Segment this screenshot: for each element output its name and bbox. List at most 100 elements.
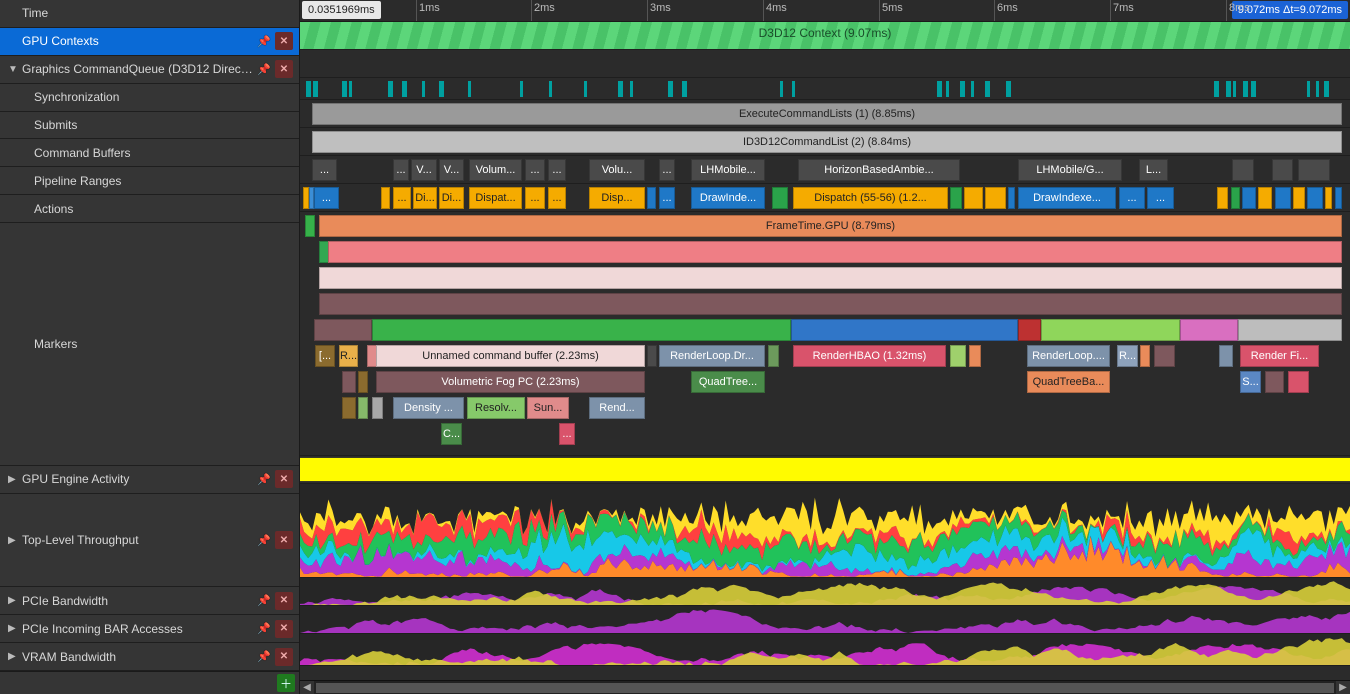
timeline-span[interactable]: V... — [411, 159, 437, 181]
timeline-span[interactable] — [950, 187, 962, 209]
timeline-span[interactable] — [1217, 187, 1228, 209]
marker-span[interactable] — [358, 397, 368, 419]
chart-pcie-bandwidth[interactable] — [300, 578, 1350, 606]
sync-tick[interactable] — [388, 81, 393, 97]
close-icon[interactable]: ✕ — [275, 648, 293, 666]
scroll-left-icon[interactable]: ◀ — [300, 681, 314, 694]
timeline-span[interactable]: ... — [548, 187, 566, 209]
marker-span[interactable] — [969, 345, 981, 367]
timeline-span[interactable] — [1275, 187, 1291, 209]
timeline-span[interactable]: ... — [548, 159, 566, 181]
marker-span[interactable] — [1041, 319, 1180, 341]
sync-tick[interactable] — [342, 81, 347, 97]
marker-span[interactable] — [647, 345, 657, 367]
horizontal-scrollbar[interactable]: ◀ ▶ — [300, 680, 1350, 694]
sync-tick[interactable] — [792, 81, 795, 97]
timeline-span[interactable]: ... — [393, 187, 411, 209]
timeline-span[interactable] — [1232, 159, 1254, 181]
track-submits[interactable]: ExecuteCommandLists (1) (8.85ms) — [300, 100, 1350, 128]
marker-span[interactable]: RenderLoop.Dr... — [659, 345, 765, 367]
marker-span[interactable]: Resolv... — [467, 397, 525, 419]
timeline-span[interactable] — [985, 187, 1006, 209]
timeline-span[interactable]: ... — [1147, 187, 1174, 209]
marker-span[interactable] — [950, 345, 966, 367]
sync-tick[interactable] — [1316, 81, 1319, 97]
chart-gpu-engine-activity[interactable] — [300, 456, 1350, 484]
marker-span[interactable]: FrameTime.GPU (8.79ms) — [319, 215, 1342, 237]
sync-tick[interactable] — [402, 81, 407, 97]
marker-span[interactable] — [314, 319, 372, 341]
marker-span[interactable] — [372, 319, 791, 341]
scroll-right-icon[interactable]: ▶ — [1336, 681, 1350, 694]
marker-span[interactable] — [1265, 371, 1284, 393]
timeline-span[interactable]: DrawIndexe... — [1018, 187, 1116, 209]
timeline-span[interactable]: ... — [314, 187, 339, 209]
timeline-span[interactable]: HorizonBasedAmbie... — [798, 159, 960, 181]
close-icon[interactable]: ✕ — [275, 32, 293, 50]
timeline-span[interactable] — [1298, 159, 1330, 181]
sync-tick[interactable] — [349, 81, 352, 97]
sync-tick[interactable] — [1214, 81, 1219, 97]
sync-tick[interactable] — [422, 81, 425, 97]
marker-span[interactable] — [358, 371, 368, 393]
sync-tick[interactable] — [1233, 81, 1236, 97]
sync-tick[interactable] — [971, 81, 974, 97]
timeline-span[interactable]: ... — [1119, 187, 1145, 209]
sync-tick[interactable] — [937, 81, 942, 97]
timeline-span[interactable] — [1325, 187, 1332, 209]
sync-tick[interactable] — [985, 81, 990, 97]
time-ruler[interactable]: 0.0351969ms 9.072ms Δt=9.072ms 1ms2ms3ms… — [300, 0, 1350, 22]
sidebar-row-gpu-contexts[interactable]: GPU Contexts 📌 ✕ — [0, 28, 299, 56]
sidebar-row-tlt[interactable]: ▶ Top-Level Throughput 📌 ✕ — [0, 494, 299, 588]
marker-span[interactable]: RenderLoop.... — [1027, 345, 1110, 367]
add-track-button[interactable]: ＋ — [277, 674, 295, 692]
marker-span[interactable]: Render Fi... — [1240, 345, 1319, 367]
marker-span[interactable]: S... — [1240, 371, 1261, 393]
marker-span[interactable] — [319, 267, 1342, 289]
marker-span[interactable] — [1180, 319, 1238, 341]
timeline-span[interactable]: LHMobile/G... — [1018, 159, 1122, 181]
pin-icon[interactable]: 📌 — [255, 531, 273, 549]
marker-span[interactable]: R... — [1117, 345, 1138, 367]
sync-tick[interactable] — [682, 81, 687, 97]
sync-tick[interactable] — [630, 81, 633, 97]
pin-icon[interactable]: 📌 — [255, 32, 273, 50]
sync-tick[interactable] — [468, 81, 471, 97]
timeline-span[interactable] — [381, 187, 390, 209]
track-gpu-context[interactable]: D3D12 Context (9.07ms) — [300, 22, 1350, 50]
timeline-span[interactable]: LHMobile... — [691, 159, 765, 181]
sidebar-row-actions[interactable]: Actions — [0, 195, 299, 223]
timeline-span[interactable]: ... — [525, 187, 545, 209]
marker-span[interactable]: Volumetric Fog PC (2.23ms) — [376, 371, 645, 393]
timeline-span[interactable]: ExecuteCommandLists (1) (8.85ms) — [312, 103, 1342, 125]
marker-span[interactable] — [342, 371, 356, 393]
sync-tick[interactable] — [306, 81, 311, 97]
marker-span[interactable]: QuadTreeBa... — [1027, 371, 1110, 393]
track-commandbuffers[interactable]: ID3D12CommandList (2) (8.84ms) — [300, 128, 1350, 156]
marker-span[interactable] — [305, 215, 315, 237]
sidebar-row-markers[interactable]: Markers — [0, 223, 299, 466]
marker-span[interactable]: Sun... — [527, 397, 569, 419]
track-pipeline-ranges[interactable]: ......V...V...Volum.........Volu......LH… — [300, 156, 1350, 184]
sync-tick[interactable] — [1006, 81, 1011, 97]
sync-tick[interactable] — [549, 81, 552, 97]
timeline-span[interactable] — [1008, 187, 1015, 209]
timeline-span[interactable]: Volum... — [469, 159, 522, 181]
marker-span[interactable] — [768, 345, 779, 367]
marker-span[interactable]: ... — [559, 423, 575, 445]
pin-icon[interactable]: 📌 — [255, 60, 273, 78]
timeline-span[interactable] — [1293, 187, 1305, 209]
marker-span[interactable]: Density ... — [393, 397, 464, 419]
chart-vram-bandwidth[interactable] — [300, 634, 1350, 666]
sidebar-row-cmdbuf[interactable]: Command Buffers — [0, 139, 299, 167]
timeline-span[interactable]: ... — [393, 159, 409, 181]
timeline-span[interactable] — [1242, 187, 1256, 209]
sync-tick[interactable] — [1307, 81, 1310, 97]
marker-span[interactable] — [1154, 345, 1175, 367]
marker-span[interactable] — [372, 397, 383, 419]
sync-tick[interactable] — [520, 81, 523, 97]
timeline-span[interactable] — [964, 187, 983, 209]
marker-span[interactable]: C... — [441, 423, 462, 445]
timeline-span[interactable]: Di... — [413, 187, 437, 209]
sidebar-row-vram-bw[interactable]: ▶ VRAM Bandwidth 📌 ✕ — [0, 643, 299, 671]
